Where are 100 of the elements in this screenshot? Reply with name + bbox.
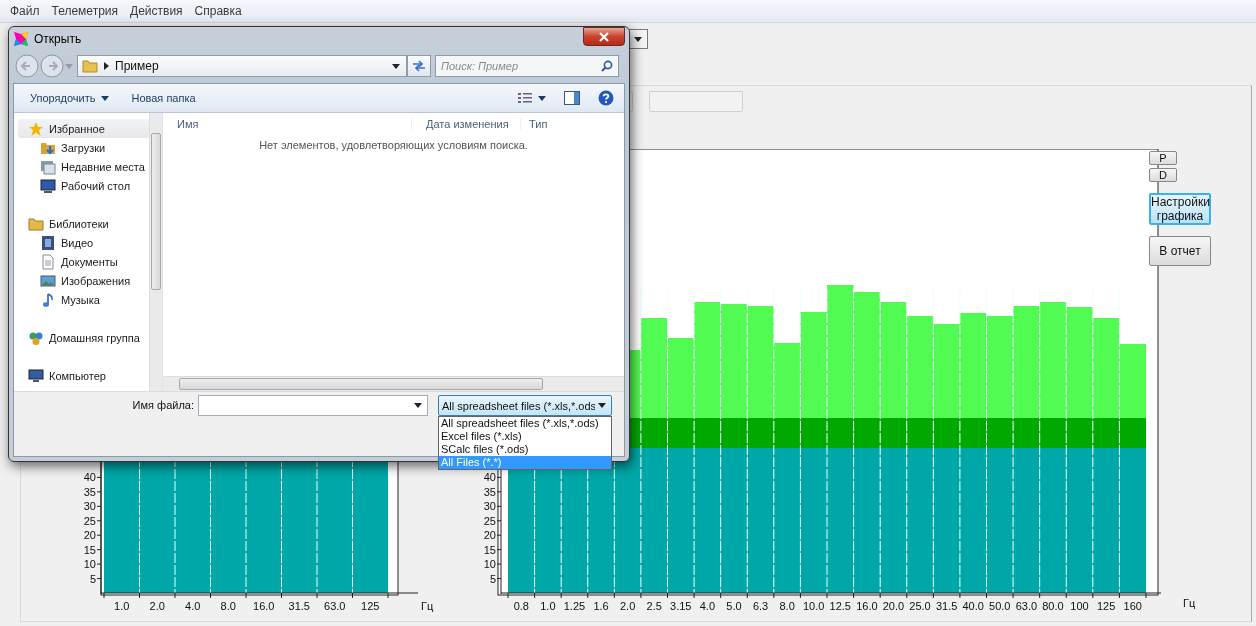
dropdown-option[interactable]: SCalc files (*.ods) [439, 443, 611, 456]
axis-label: 1.0 [114, 600, 130, 612]
menu-item[interactable]: Справка [188, 4, 248, 18]
toolbar-button[interactable]: Новая папка [125, 90, 202, 106]
nav-item[interactable]: Музыка [14, 290, 149, 309]
dropdown-option[interactable]: All spreadsheet files (*.xls,*.ods) [439, 417, 611, 430]
axis-label: 10.0 [803, 600, 825, 612]
axis-label: 160 [1123, 600, 1142, 612]
path-text: Пример [115, 59, 160, 73]
scrollbar[interactable] [163, 376, 624, 391]
field-label: Имя файла: [131, 398, 194, 411]
empty-message: Нет элементов, удовлетворяющих условиям поиска. [258, 139, 529, 151]
window-title: Открыть [34, 32, 82, 46]
nav-item[interactable]: Видео [14, 233, 149, 252]
axis-label: 1.6 [593, 600, 609, 612]
chart-button[interactable]: P [1149, 151, 1177, 165]
address-bar[interactable]: Пример [77, 55, 407, 77]
caret-icon [414, 403, 422, 408]
axis-label: 0.8 [513, 600, 529, 612]
axis-label: 10 [483, 558, 496, 571]
file-name-field[interactable] [198, 395, 428, 416]
axis-label: 30 [83, 500, 96, 513]
chart-button[interactable]: D [1149, 168, 1177, 182]
axis-label: 80.0 [1042, 600, 1064, 612]
menu-item[interactable]: Файл [4, 4, 46, 18]
library-icon [28, 215, 44, 232]
chart-button[interactable]: Настройки графика [1149, 193, 1211, 225]
nav-item[interactable]: Компьютер [14, 366, 149, 385]
axis-label: 2.0 [620, 600, 636, 612]
help-icon[interactable] [598, 90, 614, 106]
axis-label: 6.3 [752, 600, 769, 612]
nav-item[interactable]: Избранное [18, 119, 149, 138]
nav-item[interactable]: Недавние места [14, 157, 149, 176]
axis-label: 30 [483, 500, 496, 513]
caret-icon[interactable] [538, 95, 546, 101]
recent-icon [40, 158, 56, 175]
nav-item[interactable]: Загрузки [14, 138, 149, 157]
axis-label: 15 [83, 543, 96, 556]
search-icon [601, 60, 613, 72]
app-icon [13, 31, 29, 47]
dropdown-option[interactable]: Excel files (*.xls) [439, 430, 611, 443]
chevron-icon [104, 62, 109, 70]
caret-icon [598, 403, 606, 408]
video-icon [40, 234, 56, 251]
nav-item[interactable]: Домашняя группа [14, 328, 149, 347]
refresh-button[interactable] [407, 55, 431, 77]
menu-item[interactable]: Телеметрия [45, 4, 125, 18]
computer-icon [28, 367, 44, 384]
axis-label: 20 [83, 529, 96, 542]
axis-label: 8.0 [779, 600, 795, 612]
axis-label: 15 [483, 543, 496, 556]
axis-label: 5 [89, 572, 96, 585]
axis-label: 12.5 [829, 600, 851, 612]
search-field[interactable]: Поиск: Пример [435, 55, 619, 77]
axis-label: 125 [361, 600, 380, 612]
column-header[interactable]: Тип [520, 118, 548, 130]
scrollbar[interactable] [149, 113, 162, 391]
nav-item[interactable]: Документы [14, 252, 149, 271]
axis-label: 5 [489, 572, 496, 585]
toolbar-button[interactable]: Упорядочить [24, 90, 116, 106]
caret-icon[interactable] [392, 63, 400, 69]
column-header[interactable]: Имя [163, 118, 411, 130]
refresh-icon [412, 60, 426, 72]
axis-label: 8.0 [220, 600, 236, 612]
view-list-icon[interactable] [518, 92, 532, 104]
axis-label: 31.5 [288, 600, 310, 612]
axis-label: 40 [483, 471, 496, 484]
axis-unit: Гц [421, 600, 434, 612]
document-icon [40, 253, 56, 270]
axis-label: 16.0 [856, 600, 878, 612]
axis-label: 40 [83, 471, 96, 484]
column-header[interactable]: Дата изменения [411, 118, 520, 130]
file-type-dropdown[interactable]: All spreadsheet files (*.xls,*.ods [438, 395, 612, 416]
axis-label: 20.0 [882, 600, 905, 612]
caret-icon [101, 95, 110, 101]
music-icon [40, 291, 56, 308]
axis-label: 25.0 [909, 600, 931, 612]
axis-label: 1.25 [563, 600, 586, 612]
nav-item[interactable]: Библиотеки [14, 214, 149, 233]
chart-button[interactable]: В отчет [1149, 236, 1211, 266]
axis-label: 31.5 [935, 600, 958, 612]
axis-label: 1.0 [540, 600, 556, 612]
close-button[interactable] [583, 27, 625, 46]
menu-item[interactable]: Действия [124, 4, 189, 18]
axis-label: 100 [1070, 600, 1089, 612]
star-icon [28, 120, 44, 137]
nav-item[interactable]: Изображения [14, 271, 149, 290]
axis-label: 2.0 [149, 600, 165, 612]
axis-label: 63.0 [1015, 600, 1038, 612]
image-icon [40, 272, 56, 289]
desktop-icon [40, 177, 56, 194]
input-field[interactable] [649, 91, 743, 112]
axis-label: 25 [83, 514, 96, 527]
preview-pane-icon[interactable] [564, 91, 580, 105]
axis-label: 35 [83, 485, 96, 498]
axis-label: 2.5 [646, 600, 662, 612]
axis-label: 20 [483, 529, 496, 542]
nav-item[interactable]: Рабочий стол [14, 176, 149, 195]
close-icon [599, 31, 609, 42]
axis-label: 10 [83, 558, 96, 571]
